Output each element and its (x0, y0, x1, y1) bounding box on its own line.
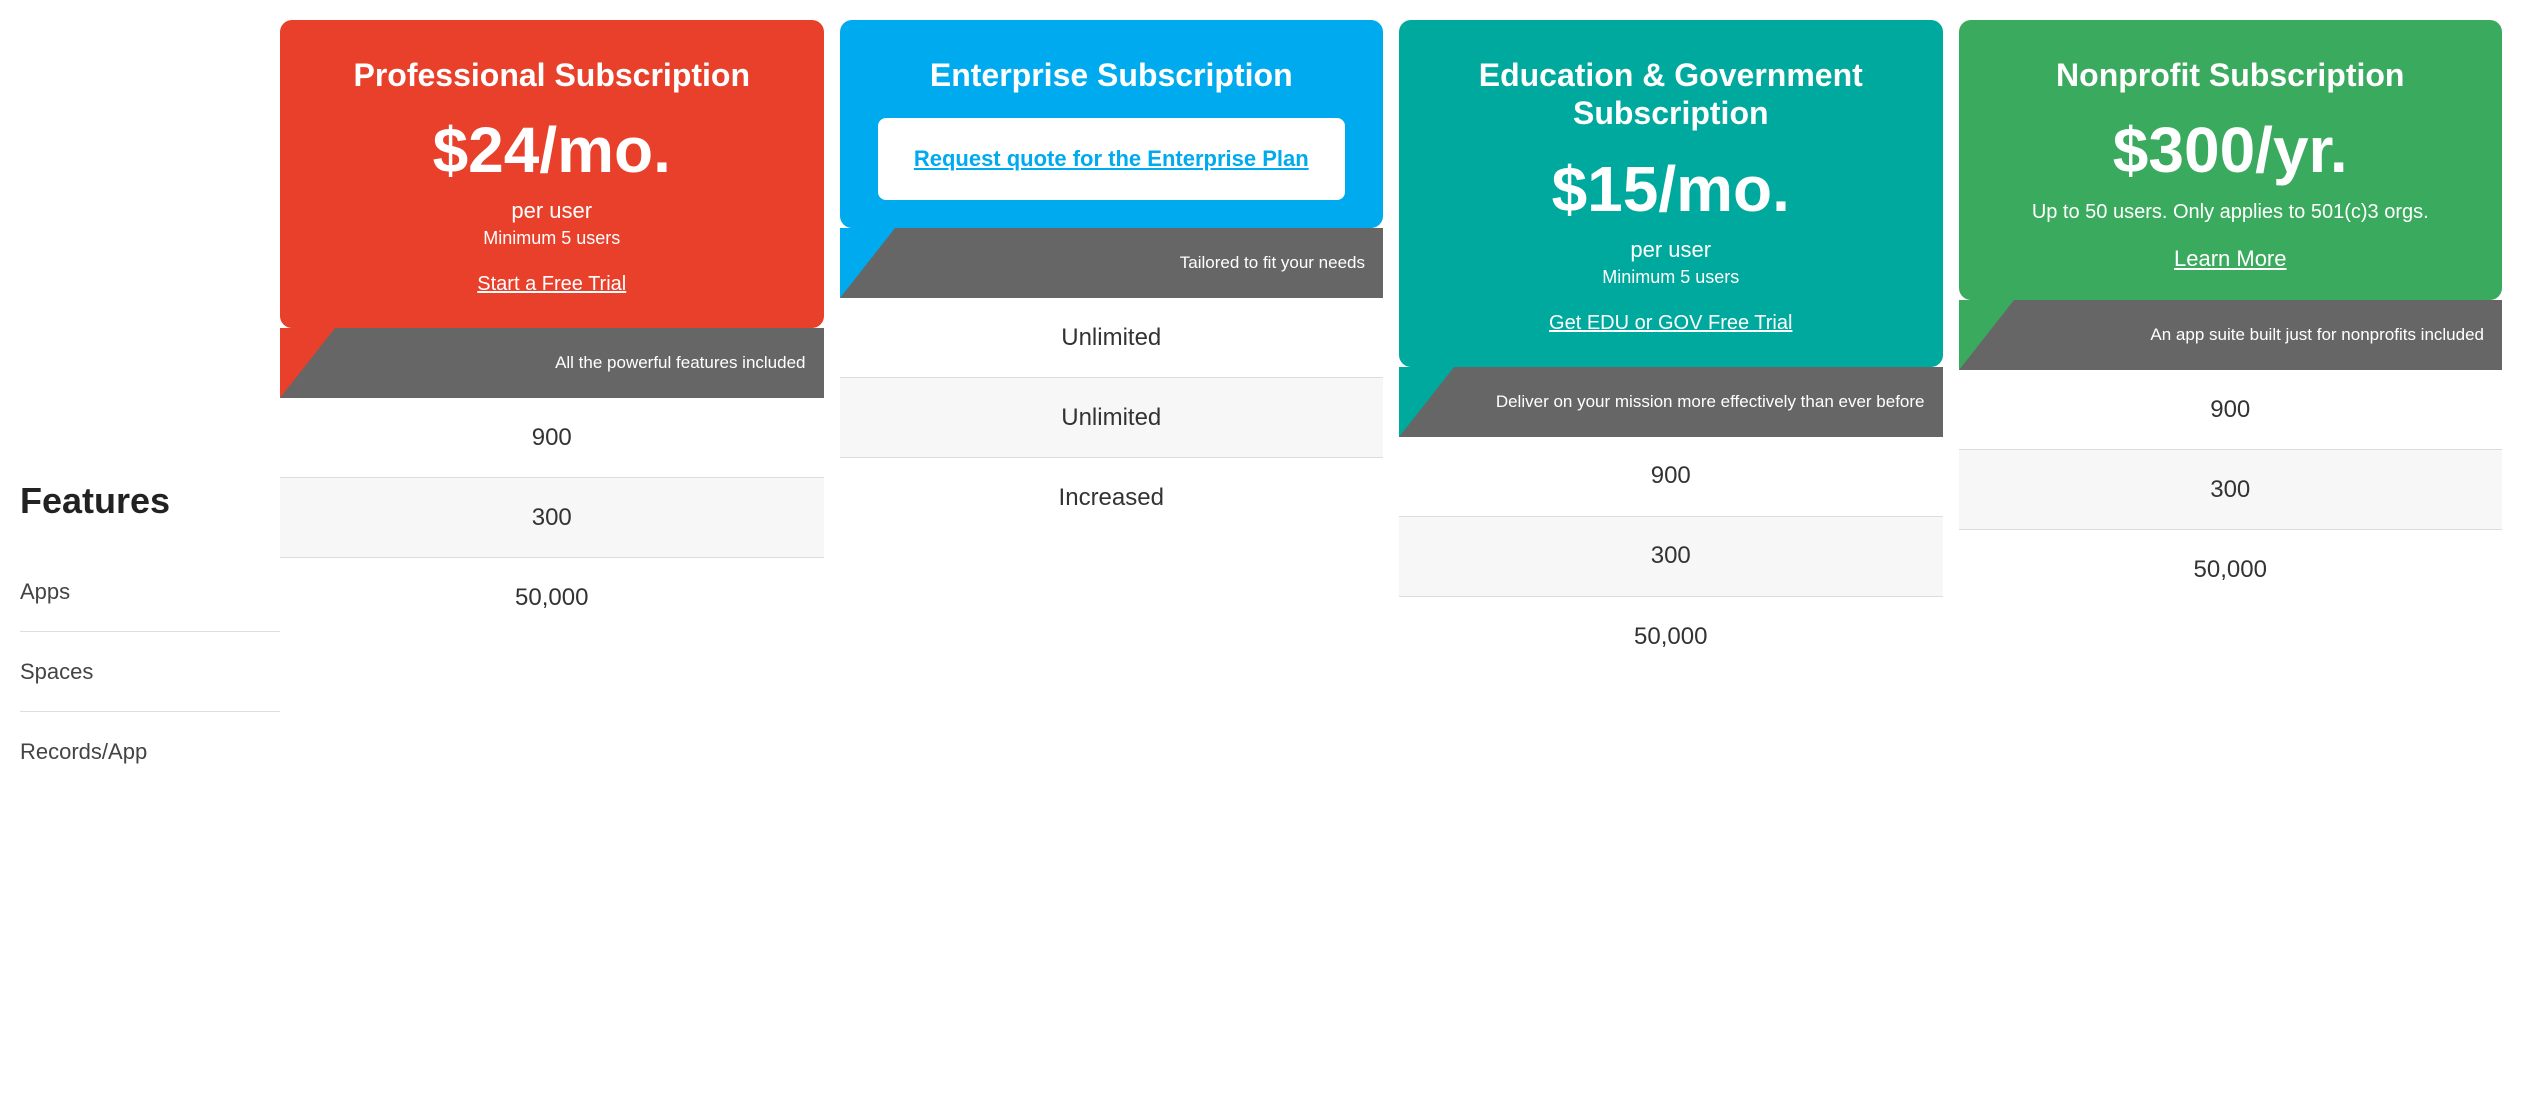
enterprise-header: Enterprise Subscription Request quote fo… (840, 20, 1384, 228)
edu-gov-desc: Deliver on your mission more effectively… (1496, 390, 1925, 414)
plans-container: Professional Subscription $24/mo. per us… (280, 20, 2502, 677)
enterprise-feature-spaces: Unlimited (840, 378, 1384, 458)
nonprofit-desc-bar: An app suite built just for nonprofits i… (1959, 300, 2503, 370)
enterprise-feature-apps: Unlimited (840, 298, 1384, 378)
professional-desc-bar: All the powerful features included (280, 328, 824, 398)
edu-gov-feature-spaces: 300 (1399, 517, 1943, 597)
edu-gov-title: Education & Government Subscription (1427, 56, 1915, 133)
edu-gov-feature-apps: 900 (1399, 437, 1943, 517)
plan-professional: Professional Subscription $24/mo. per us… (280, 20, 824, 638)
professional-feature-apps: 900 (280, 398, 824, 478)
nonprofit-price: $300/yr. (1987, 118, 2475, 182)
professional-per-user: per user (308, 198, 796, 224)
nonprofit-feature-records: 50,000 (1959, 530, 2503, 610)
nonprofit-desc: An app suite built just for nonprofits i… (2150, 323, 2484, 347)
nonprofit-feature-spaces: 300 (1959, 450, 2503, 530)
nonprofit-title: Nonprofit Subscription (1987, 56, 2475, 94)
feature-label-records: Records/App (20, 712, 280, 792)
nonprofit-header: Nonprofit Subscription $300/yr. Up to 50… (1959, 20, 2503, 300)
features-labels: Features Apps Spaces Records/App (20, 20, 280, 792)
professional-features: 900 300 50,000 (280, 398, 824, 638)
professional-desc: All the powerful features included (555, 351, 805, 375)
edu-gov-min-users: Minimum 5 users (1427, 267, 1915, 288)
plan-edu-gov: Education & Government Subscription $15/… (1399, 20, 1943, 677)
professional-price: $24/mo. (308, 118, 796, 182)
enterprise-feature-records: Increased (840, 458, 1384, 538)
plan-enterprise: Enterprise Subscription Request quote fo… (840, 20, 1384, 538)
page-container: Features Apps Spaces Records/App Profess… (0, 0, 2522, 832)
plan-nonprofit: Nonprofit Subscription $300/yr. Up to 50… (1959, 20, 2503, 610)
nonprofit-cta[interactable]: Learn More (2174, 246, 2287, 271)
feature-label-spaces: Spaces (20, 632, 280, 712)
professional-min-users: Minimum 5 users (308, 228, 796, 249)
enterprise-quote-box[interactable]: Request quote for the Enterprise Plan (878, 118, 1346, 200)
edu-gov-cta[interactable]: Get EDU or GOV Free Trial (1549, 312, 1792, 335)
enterprise-desc: Tailored to fit your needs (1180, 251, 1365, 275)
nonprofit-feature-apps: 900 (1959, 370, 2503, 450)
enterprise-quote-link[interactable]: Request quote for the Enterprise Plan (914, 146, 1309, 171)
professional-feature-records: 50,000 (280, 558, 824, 638)
nonprofit-features: 900 300 50,000 (1959, 370, 2503, 610)
professional-cta[interactable]: Start a Free Trial (477, 273, 626, 296)
nonprofit-desc-text: Up to 50 users. Only applies to 501(c)3 … (1987, 198, 2475, 226)
professional-title: Professional Subscription (308, 56, 796, 94)
features-title: Features (20, 480, 280, 522)
edu-gov-header: Education & Government Subscription $15/… (1399, 20, 1943, 367)
edu-gov-desc-bar: Deliver on your mission more effectively… (1399, 367, 1943, 437)
edu-gov-feature-records: 50,000 (1399, 597, 1943, 677)
enterprise-desc-bar: Tailored to fit your needs (840, 228, 1384, 298)
professional-header: Professional Subscription $24/mo. per us… (280, 20, 824, 328)
edu-gov-price: $15/mo. (1427, 157, 1915, 221)
feature-label-apps: Apps (20, 552, 280, 632)
edu-gov-per-user: per user (1427, 237, 1915, 263)
enterprise-features: Unlimited Unlimited Increased (840, 298, 1384, 538)
enterprise-title: Enterprise Subscription (868, 56, 1356, 94)
professional-feature-spaces: 300 (280, 478, 824, 558)
edu-gov-features: 900 300 50,000 (1399, 437, 1943, 677)
